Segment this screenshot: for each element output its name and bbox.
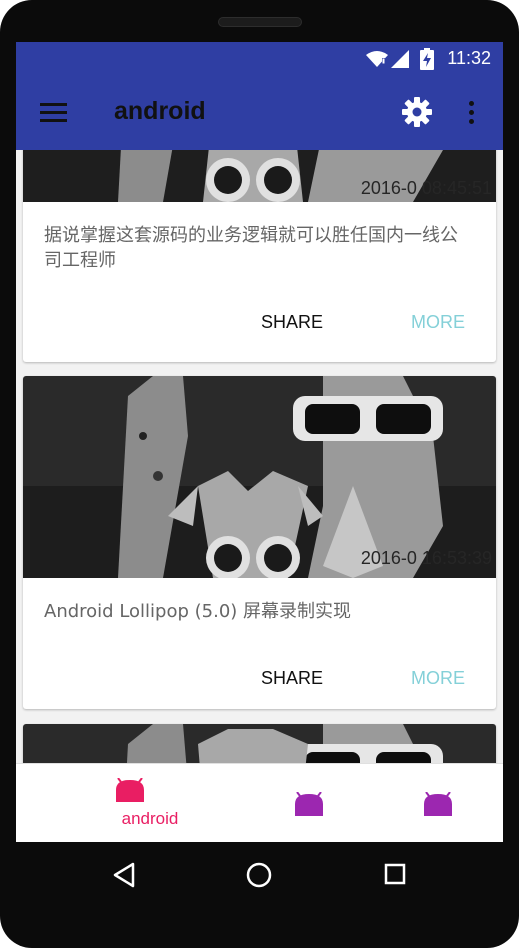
- news-card: 2016-0 08:45:51 据说掌握这套源码的业务逻辑就可以胜任国内一线公司…: [23, 150, 496, 362]
- system-navigation-bar: [0, 842, 519, 914]
- app-screen: 11:32 android 2016-0 08:45:51 据说掌握这套源码的业…: [16, 42, 503, 842]
- bottom-navigation: android: [16, 763, 503, 842]
- android-icon: [424, 791, 452, 816]
- news-card: [23, 724, 496, 763]
- wifi-icon: [366, 51, 388, 67]
- card-description: Android Lollipop (5.0) 屏幕录制实现: [44, 601, 352, 622]
- more-button[interactable]: MORE: [411, 668, 465, 689]
- android-icon: [295, 791, 323, 816]
- news-card: 2016-0 16:53:39 Android Lollipop (5.0) 屏…: [23, 376, 496, 709]
- bottom-nav-item-2[interactable]: [295, 791, 323, 820]
- battery-charging-icon: [420, 48, 434, 70]
- photo-timestamp: 2016-0 08:45:51: [360, 178, 492, 198]
- status-bar: 11:32: [16, 42, 503, 75]
- bottom-nav-item-3[interactable]: [424, 791, 452, 820]
- earpiece-speaker: [218, 17, 302, 27]
- back-icon[interactable]: [112, 862, 136, 888]
- home-icon[interactable]: [246, 862, 272, 888]
- signal-icon: [391, 50, 409, 68]
- bottom-nav-label: android: [121, 809, 179, 828]
- photo-timestamp: 2016-0 16:53:39: [360, 548, 492, 568]
- toolbar-title: android: [114, 97, 206, 125]
- share-button[interactable]: SHARE: [261, 312, 323, 333]
- card-list[interactable]: 2016-0 08:45:51 据说掌握这套源码的业务逻辑就可以胜任国内一线公司…: [16, 150, 503, 763]
- hamburger-menu-icon[interactable]: [40, 101, 68, 123]
- bottom-nav-item-android[interactable]: android: [116, 777, 178, 828]
- share-button[interactable]: SHARE: [261, 668, 323, 689]
- gear-icon[interactable]: [401, 96, 433, 128]
- device-frame: 11:32 android 2016-0 08:45:51 据说掌握这套源码的业…: [0, 0, 519, 948]
- overflow-menu-icon[interactable]: [467, 99, 475, 127]
- card-description: 据说掌握这套源码的业务逻辑就可以胜任国内一线公司工程师: [44, 225, 458, 271]
- status-time: 11:32: [447, 48, 491, 68]
- android-icon: [116, 777, 144, 802]
- recents-icon[interactable]: [384, 863, 406, 885]
- more-button[interactable]: MORE: [411, 312, 465, 333]
- app-toolbar: android: [16, 75, 503, 150]
- giraffe-photo: [23, 724, 496, 763]
